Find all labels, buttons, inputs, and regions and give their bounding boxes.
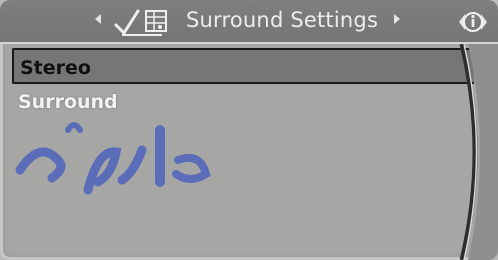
scroll-arc[interactable] <box>458 44 498 260</box>
header-bar: Surround Settings <box>0 0 498 44</box>
triangle-left-icon[interactable] <box>95 14 101 24</box>
page-title: Surround Settings <box>186 8 379 32</box>
menu-item-stereo[interactable]: Stereo <box>12 48 474 84</box>
speaker-surround-icon <box>114 9 167 36</box>
menu-item-surround[interactable]: Surround <box>12 84 474 120</box>
menu-list: Stereo Surround <box>12 48 474 120</box>
info-scroll-icon[interactable] <box>453 5 493 39</box>
idrive-screen: Surround Settings Stereo Surround <box>0 0 498 260</box>
triangle-right-icon[interactable] <box>394 14 400 24</box>
menu-item-label: Surround <box>18 91 118 113</box>
menu-item-label: Stereo <box>20 57 91 79</box>
